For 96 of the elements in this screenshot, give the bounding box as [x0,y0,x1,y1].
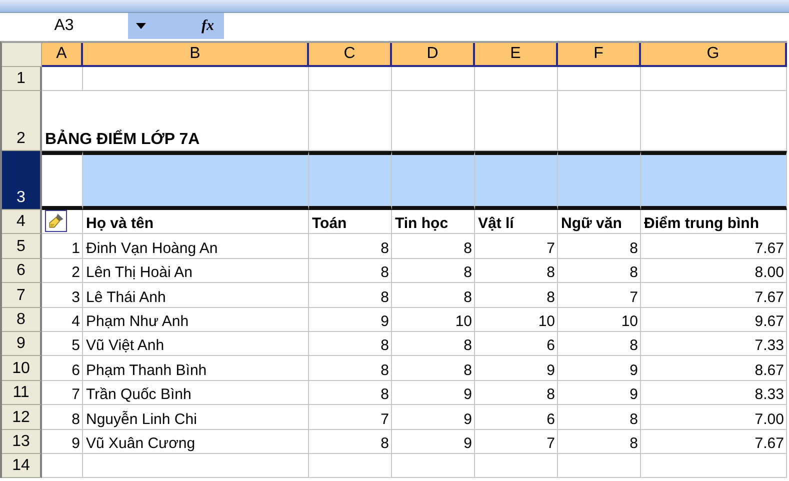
dropdown-arrow-icon[interactable] [136,23,146,29]
table-cell: 3 [42,283,83,308]
table-cell: 8 [558,234,641,259]
row-header[interactable]: 11 [2,380,42,406]
table-cell: Vật lí [475,210,558,234]
row-header[interactable]: 13 [2,430,42,454]
table-cell: 8 [309,356,392,381]
row-header[interactable]: 1 [2,67,42,91]
paintbrush-icon[interactable] [45,210,67,232]
table-cell: 8 [309,430,392,454]
table-cell: Vũ Xuân Cương [83,430,309,454]
table-cell: 7.33 [641,332,787,356]
table-cell: 9 [309,308,392,332]
table-cell [42,67,83,91]
table-cell: 7.67 [641,234,787,259]
column-header[interactable]: B [83,43,309,67]
table-cell: 8 [475,258,558,284]
row-header[interactable]: 2 [2,91,42,151]
table-cell: 8 [309,234,392,259]
table-cell: 8 [392,332,475,356]
table-cell: 7.67 [641,283,787,308]
table-cell: 6 [475,332,558,356]
table-cell: 9 [558,380,641,406]
row-header[interactable]: 9 [2,332,42,356]
column-header[interactable]: A [42,43,83,67]
row-header[interactable]: 5 [2,234,42,259]
row-header[interactable]: 4 [2,210,42,234]
table-cell: 8 [309,332,392,356]
table-cell: Lên Thị Hoài An [83,258,309,284]
table-cell: 8 [309,283,392,308]
table-cell: 9 [392,405,475,430]
table-cell: 2 [42,258,83,284]
table-cell: Họ và tên [83,210,309,234]
table-cell: 8 [392,258,475,284]
table-cell: 7 [309,405,392,430]
table-cell: 8 [392,283,475,308]
table-cell: Phạm Thanh Bình [83,356,309,381]
table-cell: Điểm trung bình [641,210,787,234]
table-cell: 6 [42,356,83,381]
table-cell: 8 [558,430,641,454]
row-header[interactable]: 14 [2,454,42,478]
table-cell: 9 [392,430,475,454]
column-header[interactable]: D [392,43,475,67]
table-cell: Vũ Việt Anh [83,332,309,356]
table-cell: 6 [475,405,558,430]
table-cell: 8 [309,258,392,284]
table-cell: 4 [42,308,83,332]
table-cell: Nguyễn Linh Chi [83,405,309,430]
table-cell: Ngữ văn [558,210,641,234]
column-header[interactable]: F [558,43,641,67]
table-cell: 9 [392,380,475,406]
table-cell: 8 [392,234,475,259]
table-cell: Đinh Vạn Hoàng An [83,234,309,259]
table-cell: 9 [42,430,83,454]
row-header[interactable]: 3 [2,151,42,210]
column-header[interactable]: C [309,43,392,67]
table-cell: 8.33 [641,380,787,406]
row-header[interactable]: 6 [2,258,42,284]
table-cell: 8 [475,283,558,308]
row-header[interactable]: 12 [2,405,42,430]
table-cell: 7 [42,380,83,406]
row-header[interactable]: 10 [2,356,42,381]
table-cell: 5 [42,332,83,356]
function-button[interactable]: fx [202,18,214,34]
table-cell: 7.00 [641,405,787,430]
column-header[interactable]: G [641,43,787,67]
table-cell: 8 [392,356,475,381]
table-cell [42,454,83,478]
table-cell: Toán [309,210,392,234]
table-cell: 8.00 [641,258,787,284]
table-cell: 8 [42,405,83,430]
table-cell: 8 [558,332,641,356]
table-cell: Tin học [392,210,475,234]
table-cell: BẢNG ĐIỂM LỚP 7A [42,91,309,151]
table-cell: 7.67 [641,430,787,454]
row-header[interactable]: 8 [2,308,42,332]
table-cell: 8 [309,380,392,406]
table-cell: 8.67 [641,356,787,381]
table-cell: 9 [558,356,641,381]
table-cell: 7 [475,430,558,454]
table-cell: 8 [475,380,558,406]
table-cell: 10 [392,308,475,332]
table-cell: Lê Thái Anh [83,283,309,308]
table-cell: 8 [558,405,641,430]
table-cell: 10 [475,308,558,332]
table-cell: 9.67 [641,308,787,332]
table-cell: 9 [475,356,558,381]
row-header[interactable]: 7 [2,283,42,308]
table-cell: Trần Quốc Bình [83,380,309,406]
table-cell: Phạm Như Anh [83,308,309,332]
table-cell: 8 [558,258,641,284]
table-cell: 7 [558,283,641,308]
column-header[interactable]: E [475,43,558,67]
table-cell: 10 [558,308,641,332]
table-cell: 7 [475,234,558,259]
table-cell: 1 [42,234,83,259]
